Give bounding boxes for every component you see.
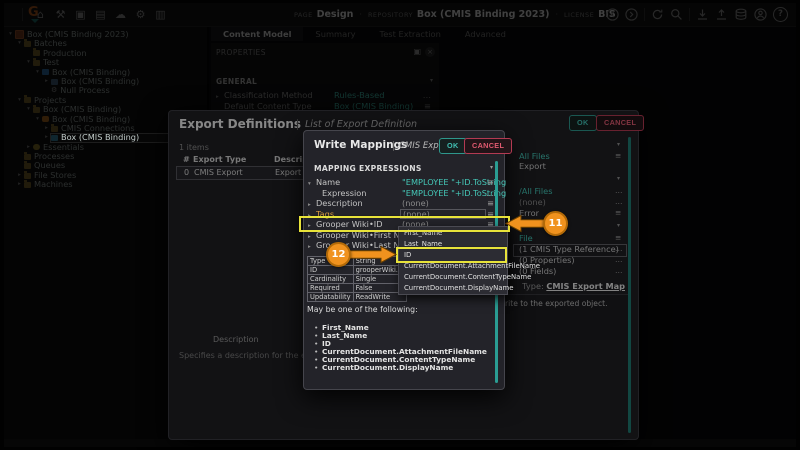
mapping-row-description[interactable]: ▸Description(none)≡ — [308, 198, 500, 209]
info-key: Required — [308, 284, 354, 293]
row-value: (none) — [402, 198, 429, 209]
highlight-box-grooper-wiki-id-row — [299, 216, 510, 232]
row-label: Expression — [322, 188, 366, 198]
tree-item-label: Box (CMIS Binding) — [61, 133, 139, 142]
menu-icon[interactable]: ≡ — [487, 198, 494, 209]
ok-button[interactable]: OK — [439, 138, 467, 154]
mapping-row-name[interactable]: ▾Name"EMPLOYEE "+ID.ToString≡ — [308, 177, 500, 188]
bullet-icon: • — [314, 363, 322, 372]
option-item: •CurrentDocument.DisplayName — [314, 363, 453, 372]
dropdown-item[interactable]: CurrentDocument.ContentTypeName — [399, 272, 507, 283]
row-label: Description — [316, 198, 363, 208]
dropdown-item[interactable]: CurrentDocument.DisplayName — [399, 283, 507, 294]
mapping-row-expression[interactable]: Expression"EMPLOYEE "+ID.ToString… — [308, 188, 500, 199]
expander-icon[interactable]: ▸ — [308, 242, 316, 253]
highlight-box-id-option — [396, 247, 507, 263]
divider — [393, 141, 394, 151]
info-key: Updatability — [308, 293, 354, 302]
info-key: ID — [308, 266, 354, 275]
help-text: May be one of the following: — [307, 305, 418, 314]
callout-arrow-12 — [348, 244, 400, 265]
ellipsis-icon[interactable]: … — [486, 188, 494, 199]
info-key: Cardinality — [308, 275, 354, 284]
row-label: Name — [316, 177, 340, 187]
section-header: MAPPING EXPRESSIONS — [314, 164, 422, 173]
callout-badge-11: 11 — [543, 211, 568, 236]
chevron-down-icon[interactable]: ▾ — [490, 164, 493, 171]
menu-icon[interactable]: ≡ — [487, 177, 494, 188]
cancel-button[interactable]: CANCEL — [464, 138, 512, 154]
callout-badge-12: 12 — [326, 242, 351, 267]
app-window: G ⌂ ⚒ ▣ ▤ ☁ ⚙ ▥ PAGE Design · REPOSITORY… — [0, 0, 800, 450]
